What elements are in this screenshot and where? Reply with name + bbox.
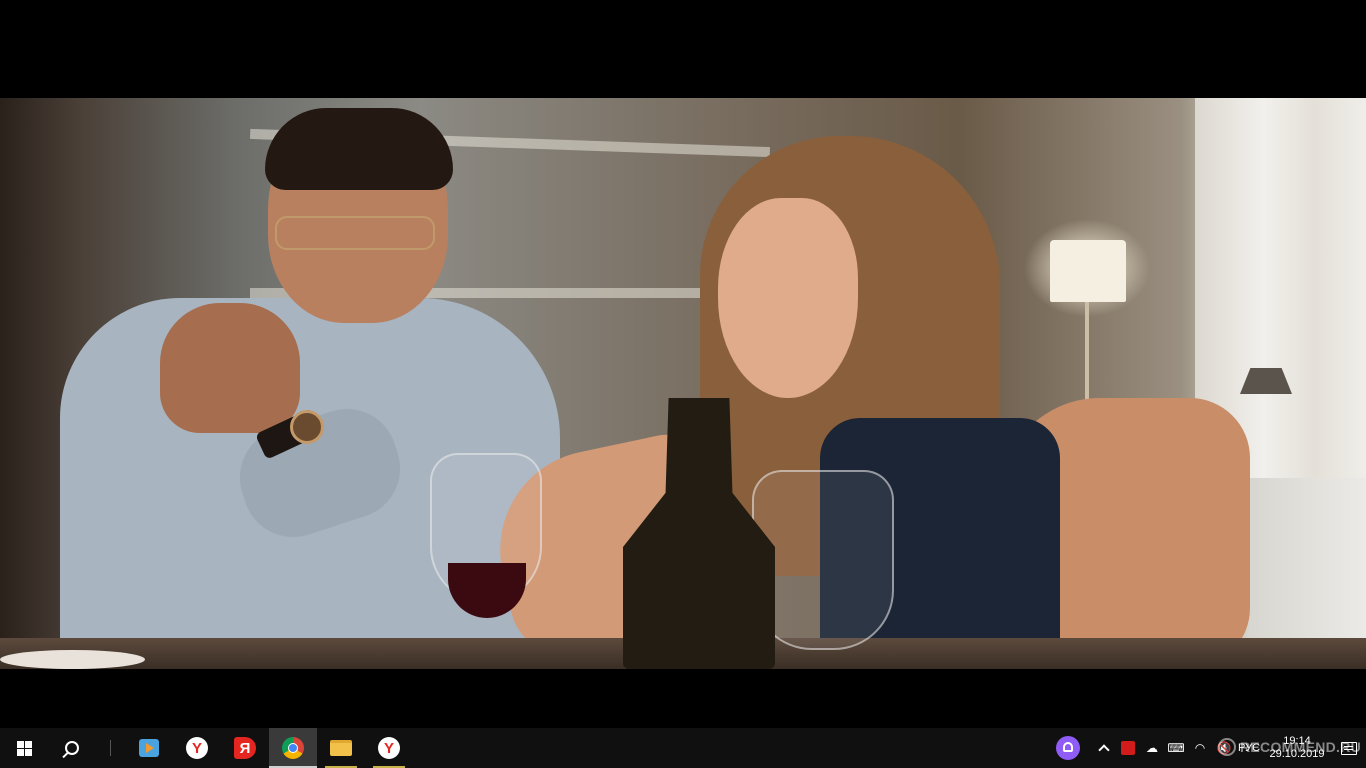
alice-assistant-icon (1056, 736, 1080, 760)
search-icon (65, 741, 79, 755)
clock-date: 29.10.2019 (1269, 748, 1325, 760)
language-indicator[interactable]: РУС (1236, 728, 1262, 768)
video-player[interactable] (0, 0, 1366, 728)
media-player-icon (139, 739, 159, 757)
chevron-up-icon (1098, 744, 1110, 756)
video-frame[interactable] (0, 98, 1366, 669)
keyboard-tray-button[interactable]: ⌨ (1164, 728, 1188, 768)
clock-time: 19:14 (1283, 735, 1311, 747)
network-tray-button[interactable]: ◠ (1188, 728, 1212, 768)
action-center-button[interactable] (1332, 728, 1366, 768)
taskbar-separator (110, 740, 111, 756)
search-button[interactable] (48, 728, 96, 768)
woman-face (718, 198, 858, 398)
plate (0, 650, 145, 669)
windows-logo-icon (16, 740, 32, 756)
cloud-icon: ☁ (1146, 741, 1158, 755)
yandex-icon: Y (378, 737, 400, 759)
alice-button[interactable] (1044, 728, 1092, 768)
avira-tray-button[interactable] (1116, 728, 1140, 768)
man-clasped-hands (160, 303, 300, 433)
volume-muted-icon: 🔇 (1216, 741, 1232, 755)
keyboard-icon: ⌨ (1167, 741, 1185, 755)
clock[interactable]: 19:14 29.10.2019 (1262, 728, 1332, 768)
taskbar-app-yandex-browser[interactable]: Я (221, 728, 269, 768)
folder-icon (330, 740, 352, 756)
volume-tray-button[interactable]: 🔇 (1212, 728, 1236, 768)
taskbar: Y Я Y ☁ ⌨ ◠ 🔇 РУС 19:14 29.10.2019 (0, 728, 1366, 768)
taskbar-app-file-explorer[interactable] (317, 728, 365, 768)
taskbar-app-media-player[interactable] (125, 728, 173, 768)
wristwatch-face (290, 410, 324, 444)
show-hidden-icons-button[interactable] (1092, 728, 1116, 768)
avira-icon (1121, 741, 1135, 755)
wifi-icon: ◠ (1194, 741, 1206, 755)
floor-lamp (1050, 240, 1126, 302)
taskbar-app-yandex-2[interactable]: Y (365, 728, 413, 768)
notifications-icon (1341, 741, 1357, 755)
system-tray: ☁ ⌨ ◠ 🔇 РУС 19:14 29.10.2019 (1044, 728, 1366, 768)
taskbar-app-chrome[interactable] (269, 728, 317, 768)
man-eyeglasses (275, 216, 435, 250)
yandex-icon: Y (186, 737, 208, 759)
chrome-icon (282, 737, 304, 759)
start-button[interactable] (0, 728, 48, 768)
man-hair (265, 108, 453, 190)
onedrive-tray-button[interactable]: ☁ (1140, 728, 1164, 768)
yandex-browser-icon: Я (234, 737, 256, 759)
taskbar-app-yandex[interactable]: Y (173, 728, 221, 768)
